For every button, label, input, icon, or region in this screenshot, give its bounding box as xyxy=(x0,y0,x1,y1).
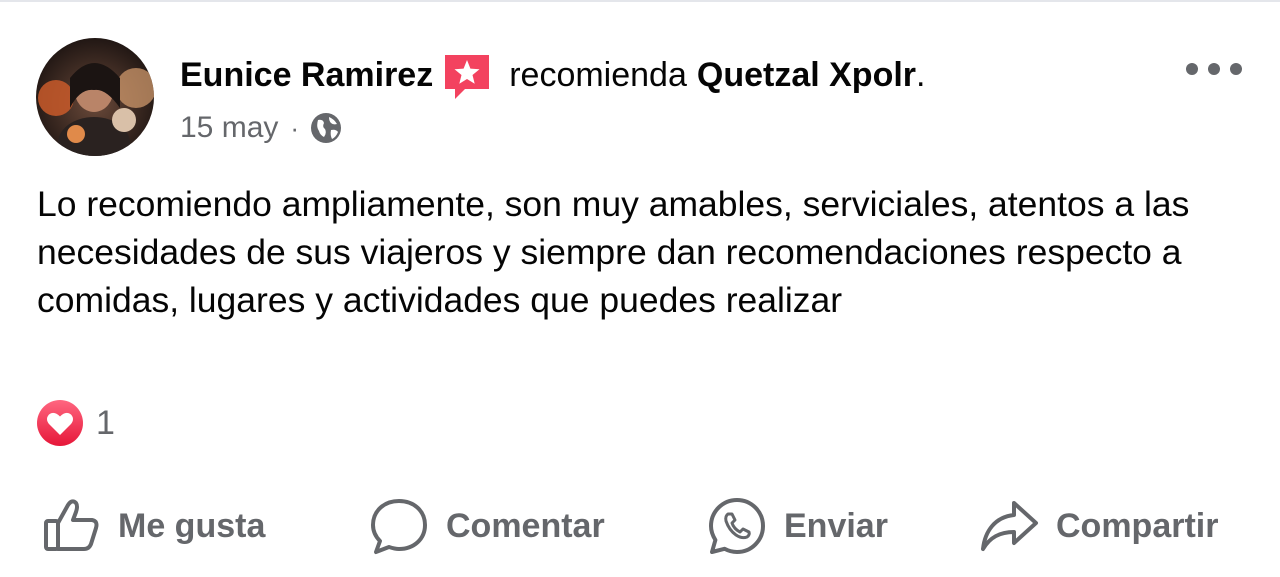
more-dot xyxy=(1186,63,1198,75)
post-meta: 15 may · xyxy=(180,106,343,150)
send-label: Enviar xyxy=(784,506,888,545)
comment-label: Comentar xyxy=(446,506,605,545)
like-label: Me gusta xyxy=(118,506,266,545)
more-options-icon[interactable] xyxy=(1186,54,1242,84)
page-name[interactable]: Quetzal Xpolr xyxy=(697,56,916,95)
share-button[interactable]: Compartir xyxy=(978,488,1218,564)
more-dot xyxy=(1230,63,1242,75)
share-label: Compartir xyxy=(1056,506,1219,545)
recommend-verb: recomienda xyxy=(509,55,687,94)
reaction-count: 1 xyxy=(96,403,115,442)
post-header: Eunice Ramirez recomienda Quetzal Xpolr. xyxy=(180,50,925,100)
thumbs-up-icon xyxy=(40,495,102,557)
avatar[interactable] xyxy=(36,38,154,156)
action-bar: Me gusta Comentar Enviar Compartir xyxy=(0,488,1280,564)
header-period: . xyxy=(916,55,926,94)
globe-icon xyxy=(309,111,343,145)
send-button[interactable]: Enviar xyxy=(706,488,888,564)
love-reaction-icon xyxy=(36,399,84,447)
recommendation-star-icon xyxy=(441,49,493,101)
share-arrow-icon xyxy=(978,495,1040,557)
like-button[interactable]: Me gusta xyxy=(40,488,265,564)
reaction-summary[interactable]: 1 xyxy=(36,398,115,448)
author-name[interactable]: Eunice Ramirez xyxy=(180,56,433,95)
more-dot xyxy=(1208,63,1220,75)
whatsapp-icon xyxy=(706,495,768,557)
meta-separator: · xyxy=(290,112,300,143)
comment-button[interactable]: Comentar xyxy=(368,488,605,564)
post-card: Eunice Ramirez recomienda Quetzal Xpolr.… xyxy=(0,0,1280,577)
post-text: Lo recomiendo ampliamente, son muy amabl… xyxy=(37,184,1190,320)
post-date[interactable]: 15 may xyxy=(180,111,278,145)
comment-bubble-icon xyxy=(368,495,430,557)
